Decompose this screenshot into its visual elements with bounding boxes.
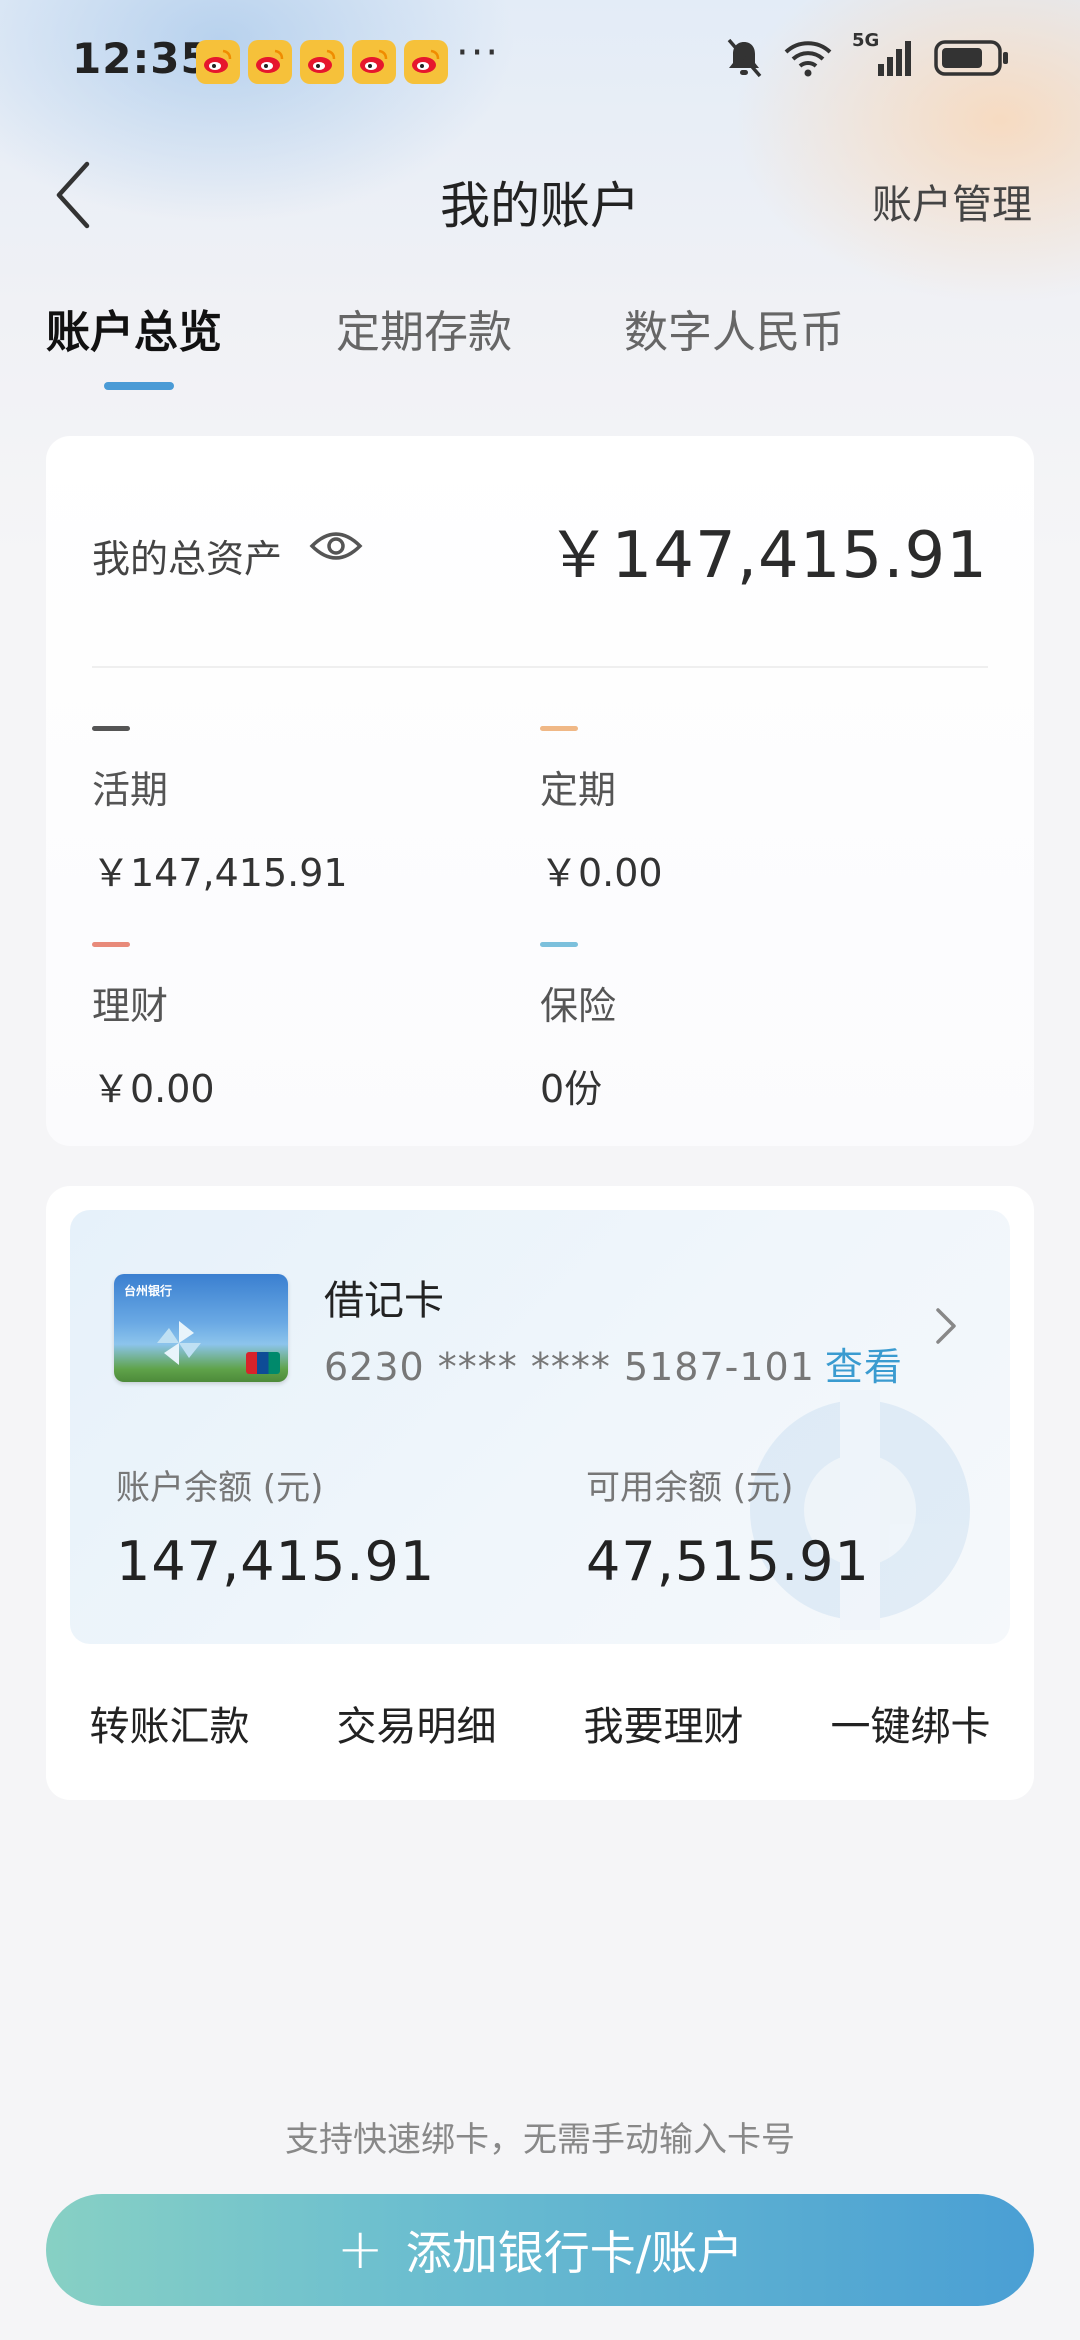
account-balance-label: 账户余额 (元) — [116, 1468, 324, 1508]
asset-item-insurance[interactable]: 保险 0份 — [540, 942, 940, 1113]
available-balance-value: 47,515.91 — [586, 1530, 870, 1593]
asset-item-label: 理财 — [92, 984, 169, 1028]
card-actions: 转账汇款 交易明细 我要理财 一键绑卡 — [46, 1668, 1034, 1778]
more-notifications-icon: ··· — [456, 30, 501, 76]
system-icons: 5G — [724, 30, 1010, 80]
asset-item-label: 保险 — [540, 984, 617, 1028]
category-marker — [92, 942, 130, 947]
bank-name: 台州银行 — [124, 1284, 173, 1298]
eye-icon[interactable] — [308, 526, 364, 566]
tab-bar: 账户总览 定期存款 数字人民币 — [0, 290, 1080, 400]
asset-item-label: 定期 — [540, 768, 617, 812]
status-bar: 12:35 ··· 5G — [0, 0, 1080, 120]
card-number: 6230 **** **** 5187-101 查看 — [324, 1336, 903, 1391]
battery-icon — [934, 40, 1008, 76]
total-assets-value: ￥147,415.91 — [546, 519, 988, 593]
card-type-label: 借记卡 — [324, 1278, 444, 1324]
plus-icon: + — [336, 2217, 384, 2282]
unionpay-logo-icon — [246, 1352, 280, 1374]
weibo-icon — [300, 40, 344, 84]
status-time: 12:35 — [72, 34, 211, 83]
category-marker — [540, 942, 578, 947]
account-balance-value: 147,415.91 — [116, 1530, 436, 1593]
quick-bind-card-button[interactable]: 一键绑卡 — [831, 1694, 991, 1752]
pinwheel-icon — [157, 1321, 201, 1365]
asset-item-value: 0份 — [540, 1067, 603, 1111]
bank-card-image: 台州银行 — [114, 1274, 288, 1382]
tab-fixed-deposit[interactable]: 定期存款 — [336, 296, 512, 360]
cellular-signal-icon: 5G — [852, 30, 916, 80]
account-management-button[interactable]: 账户管理 — [872, 172, 1032, 230]
tab-account-overview[interactable]: 账户总览 — [46, 296, 222, 360]
asset-item-value: ￥0.00 — [540, 851, 663, 895]
view-card-link[interactable]: 查看 — [825, 1345, 903, 1389]
weibo-icon — [248, 40, 292, 84]
add-bank-card-label: 添加银行卡/账户 — [405, 2226, 744, 2280]
asset-item-wealth[interactable]: 理财 ￥0.00 — [92, 942, 492, 1113]
divider — [92, 666, 988, 668]
wifi-icon — [784, 41, 832, 77]
category-marker — [92, 726, 130, 731]
chevron-right-icon[interactable] — [934, 1306, 958, 1346]
tab-digital-rmb[interactable]: 数字人民币 — [624, 296, 844, 360]
transfer-button[interactable]: 转账汇款 — [90, 1694, 250, 1752]
asset-item-value: ￥147,415.91 — [92, 851, 348, 895]
asset-overview-card: 我的总资产 ￥147,415.91 活期 ￥147,415.91 定期 ￥0.0… — [46, 436, 1034, 1146]
available-balance-label: 可用余额 (元) — [586, 1468, 794, 1508]
notification-icons — [196, 40, 448, 84]
active-tab-indicator — [104, 382, 174, 390]
bank-logo-watermark-icon — [750, 1390, 970, 1630]
debit-card-panel: 台州银行 借记卡 6230 **** **** 5187-101 查看 账户余额 … — [46, 1186, 1034, 1800]
add-bank-card-button[interactable]: + 添加银行卡/账户 — [46, 2194, 1034, 2306]
weibo-icon — [404, 40, 448, 84]
wealth-management-button[interactable]: 我要理财 — [584, 1694, 744, 1752]
category-marker — [540, 726, 578, 731]
card-summary[interactable]: 台州银行 借记卡 6230 **** **** 5187-101 查看 账户余额 … — [70, 1210, 1010, 1644]
asset-item-fixed[interactable]: 定期 ￥0.00 — [540, 726, 940, 897]
asset-item-label: 活期 — [92, 768, 169, 812]
transactions-button[interactable]: 交易明细 — [337, 1694, 497, 1752]
total-assets-label: 我的总资产 — [92, 537, 283, 581]
mute-bell-icon — [727, 38, 762, 78]
asset-item-value: ￥0.00 — [92, 1067, 215, 1111]
asset-item-current[interactable]: 活期 ￥147,415.91 — [92, 726, 492, 897]
navigation-bar: 我的账户 账户管理 — [0, 140, 1080, 250]
weibo-icon — [196, 40, 240, 84]
card-number-text: 6230 **** **** 5187-101 — [324, 1345, 815, 1389]
quick-bind-hint: 支持快速绑卡，无需手动输入卡号 — [285, 2120, 795, 2160]
weibo-icon — [352, 40, 396, 84]
